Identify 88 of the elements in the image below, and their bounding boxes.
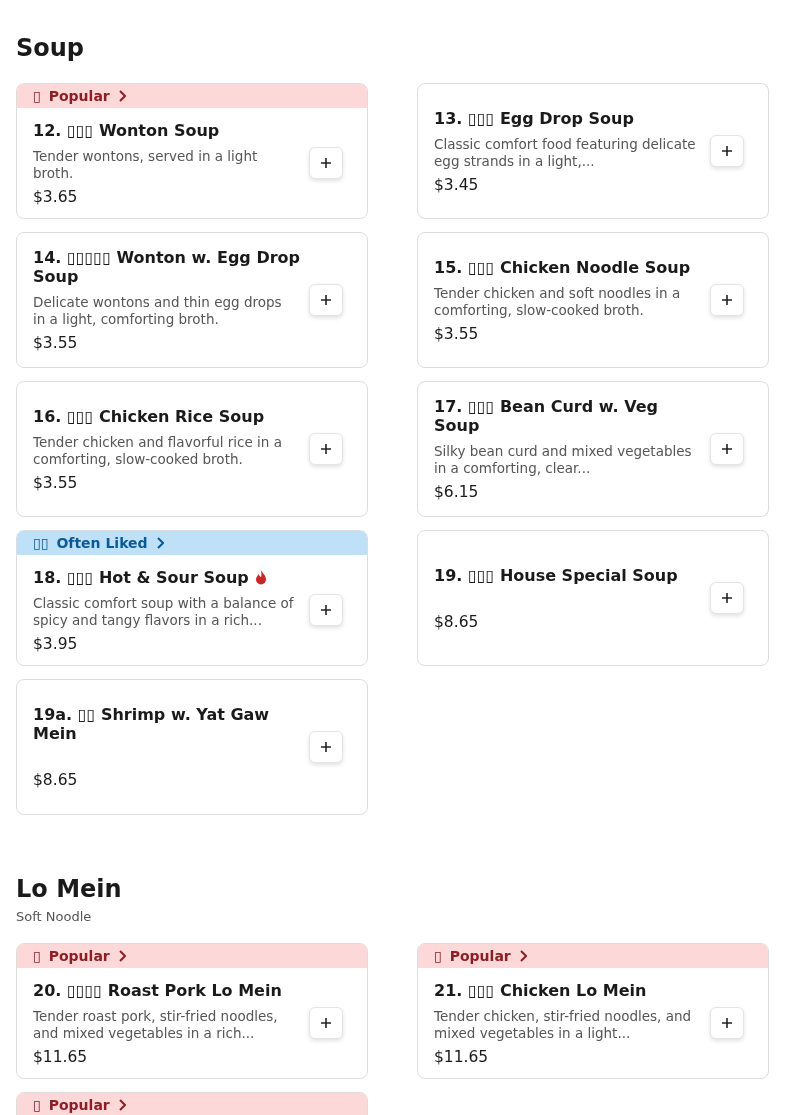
item-price: $8.65 [434,612,480,631]
tag-icon: ▯▯ [33,535,49,551]
item-description: Tender chicken and soft noodles in a comforting, slow-cooked broth. [434,284,682,319]
item-name: 13. ▯▯▯ Egg Drop Soup [434,108,634,128]
item-price: $3.45 [434,175,480,194]
plus-icon [320,443,332,455]
menu-item-card[interactable]: 19a. ▯▯ Shrimp w. Yat Gaw Mein $8.65 [16,679,368,815]
chevron-right-icon [117,1099,126,1111]
plus-icon [721,145,733,157]
plus-icon [721,1017,733,1029]
add-button[interactable] [309,147,343,179]
item-description: Silky bean curd and mixed vegetables in a comforting, clear... [434,443,693,477]
plus-icon [320,294,332,306]
item-description: Tender chicken, stir-fried noodles, and mixed vegetables in a light... [434,1007,693,1042]
tag-label: Popular [48,88,110,104]
item-price: $6.15 [434,483,480,501]
add-button[interactable] [710,1007,744,1039]
chevron-right-icon [117,950,126,962]
menu-item-card[interactable]: 15. ▯▯▯ Chicken Noodle Soup Tender chicken and soft noodles in a comforting, slow-cooked broth. $3.55 [417,232,769,368]
plus-icon [721,443,733,455]
menu-item-card[interactable]: ▯ Popular 12. ▯▯▯ Wonton Soup Tender wontons, served in a light broth. $3.65 [16,83,368,219]
add-button[interactable] [309,284,343,316]
add-button[interactable] [710,582,744,614]
chevron-right-icon [155,537,164,549]
menu-item-card[interactable]: 14. ▯▯▯▯▯ Wonton w. Egg Drop Soup Delicate wontons and thin egg drops in a light, comforting broth. $3.55 [16,232,368,368]
chevron-right-icon [117,90,126,102]
tag-badge[interactable]: ▯ Popular [17,1093,367,1115]
item-name: 14. ▯▯▯▯▯ Wonton w. Egg Drop Soup [33,248,301,286]
menu-item-card[interactable]: 19. ▯▯▯ House Special Soup $8.65 [417,530,769,666]
item-description: Tender chicken and flavorful rice in a comforting, slow-cooked broth. [33,433,283,468]
item-description: Tender wontons, served in a light broth. [33,147,259,182]
add-button[interactable] [309,731,343,763]
chevron-right-icon [518,950,527,962]
tag-icon: ▯ [33,1097,41,1113]
item-price: $3.55 [434,324,480,343]
item-price: $11.65 [434,1047,490,1066]
tag-badge[interactable]: ▯ Popular [17,944,367,968]
item-price: $3.95 [33,634,79,653]
item-name: 12. ▯▯▯ Wonton Soup [33,120,220,140]
menu-item-card[interactable]: 16. ▯▯▯ Chicken Rice Soup Tender chicken and flavorful rice in a comforting, slow-cooked broth. $3.55 [16,381,368,517]
tag-label: Popular [48,1097,110,1113]
flame-icon [254,569,267,585]
item-price: $8.65 [33,771,79,789]
item-name: 15. ▯▯▯ Chicken Noodle Soup [434,257,691,277]
item-name: 18. ▯▯▯ Hot & Sour Soup [33,567,249,587]
menu-item-card[interactable]: 13. ▯▯▯ Egg Drop Soup Classic comfort food featuring delicate egg strands in a light,... $3.45 [417,83,769,219]
tag-badge[interactable]: ▯ Popular [17,84,367,108]
add-button[interactable] [309,1007,343,1039]
section-heading: Lo Mein [16,874,123,905]
item-name: 21. ▯▯▯ Chicken Lo Mein [434,980,647,1000]
item-price: $3.65 [33,187,79,206]
item-price: $11.65 [33,1047,89,1066]
tag-icon: ▯ [33,88,41,104]
plus-icon [320,741,332,753]
plus-icon [721,592,733,604]
tag-icon: ▯ [33,948,41,964]
tag-icon: ▯ [434,948,442,964]
menu-item-card[interactable]: ▯ Popular 21. ▯▯▯ Chicken Lo Mein Tender chicken, stir-fried noodles, and mixed vegetables in a light... $11.65 [417,943,769,1079]
plus-icon [320,157,332,169]
section-subtitle: Soft Noodle [16,909,93,924]
tag-label: Often Liked [56,535,148,551]
section-heading: Soup [16,33,86,64]
add-button[interactable] [710,433,744,465]
item-price: $3.55 [33,473,79,492]
tag-label: Popular [48,948,110,964]
menu-item-card[interactable]: ▯▯ Often Liked 18. ▯▯▯ Hot & Sour Soup Classic comfort soup with a balance of spicy and tangy flavors in a rich... $3.95 [16,530,368,666]
plus-icon [320,604,332,616]
item-description: Tender roast pork, stir-fried noodles, and mixed vegetables in a rich... [33,1007,279,1042]
add-button[interactable] [710,135,744,167]
item-description: Classic comfort soup with a balance of spicy and tangy flavors in a rich... [33,594,295,629]
item-description: Classic comfort food featuring delicate egg strands in a light,... [434,135,696,170]
tag-badge[interactable]: ▯▯ Often Liked [17,531,367,555]
item-name: 17. ▯▯▯ Bean Curd w. Veg Soup [434,397,659,435]
plus-icon [721,294,733,306]
plus-icon [320,1017,332,1029]
add-button[interactable] [309,594,343,626]
tag-badge[interactable]: ▯ Popular [418,944,768,968]
add-button[interactable] [309,433,343,465]
item-name: 16. ▯▯▯ Chicken Rice Soup [33,406,265,426]
menu-item-card[interactable]: ▯ Popular 20. ▯▯▯▯ Roast Pork Lo Mein Tender roast pork, stir-fried noodles, and mixed vegetables in a rich... $11.65 [16,943,368,1079]
menu-item-card[interactable]: 17. ▯▯▯ Bean Curd w. Veg Soup Silky bean curd and mixed vegetables in a comforting, clear... $6.15 [417,381,769,517]
item-name: 19. ▯▯▯ House Special Soup [434,565,678,585]
item-description: Delicate wontons and thin egg drops in a light, comforting broth. [33,294,283,328]
item-name: 19a. ▯▯ Shrimp w. Yat Gaw Mein [33,705,271,743]
tag-label: Popular [449,948,511,964]
item-name: 20. ▯▯▯▯ Roast Pork Lo Mein [33,980,282,1000]
add-button[interactable] [710,284,744,316]
item-price: $3.55 [33,334,79,352]
